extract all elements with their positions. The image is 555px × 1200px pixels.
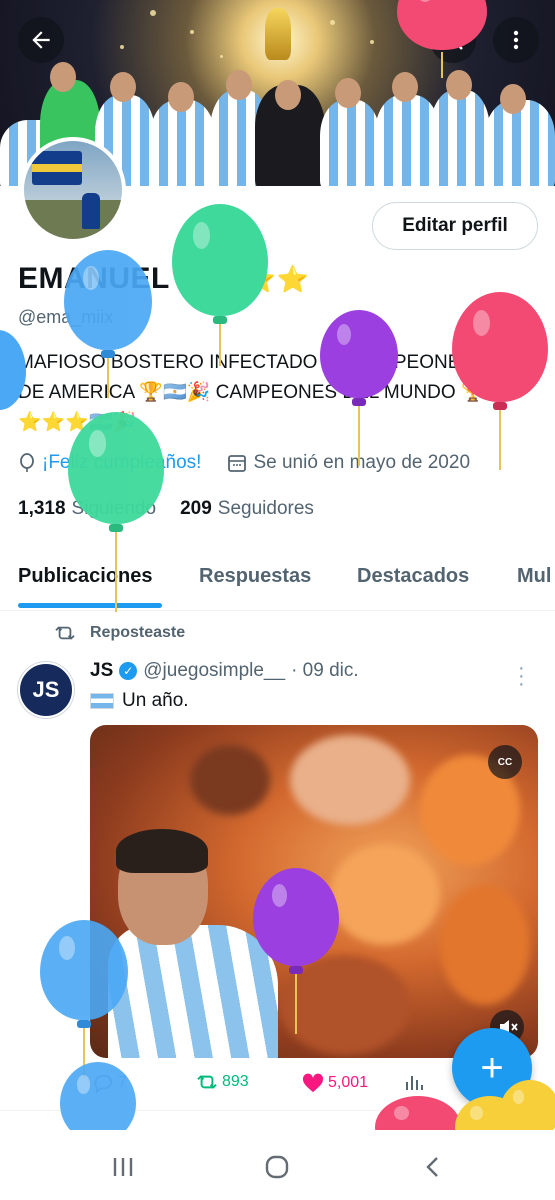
- joined-date: Se unió en mayo de 2020: [253, 452, 471, 473]
- profile-avatar[interactable]: [20, 137, 126, 243]
- balloon-icon: [20, 453, 34, 472]
- like-count: 5,001: [328, 1074, 369, 1091]
- tweet-text: Un año.: [90, 690, 189, 712]
- repost-count: 893: [222, 1073, 249, 1090]
- tab-media[interactable]: Mul: [517, 565, 551, 588]
- tweet-text-content: Un año.: [122, 690, 189, 711]
- back-button[interactable]: [18, 17, 64, 63]
- verified-badge-icon: ✓: [119, 662, 138, 680]
- followers-label: Seguidores: [217, 498, 314, 519]
- tab-posts[interactable]: Publicaciones: [18, 565, 153, 588]
- calendar-icon: [228, 455, 247, 472]
- repost-action[interactable]: 893: [196, 1073, 249, 1091]
- chevron-left-icon: [426, 1157, 438, 1177]
- profile-tabs: Publicaciones Respuestas Destacados Mul: [0, 553, 555, 611]
- followers-count: 209: [180, 498, 212, 519]
- tab-highlights[interactable]: Destacados: [357, 565, 469, 588]
- follow-stats: 1,318Siguiendo 209Seguidores: [18, 498, 314, 520]
- views-chart-icon: [406, 1076, 423, 1090]
- tab-replies[interactable]: Respuestas: [199, 565, 311, 588]
- author-avatar[interactable]: JS: [18, 662, 74, 718]
- home-icon: [265, 1155, 289, 1179]
- arrow-left-icon: [32, 31, 50, 49]
- author-name[interactable]: JS: [90, 660, 113, 682]
- tweet-date: · 09 dic.: [291, 660, 359, 681]
- author-handle[interactable]: @juegosimple__: [143, 660, 285, 682]
- tweet-more-icon[interactable]: · · ·: [518, 658, 525, 694]
- followers-link[interactable]: 209 Seguidores: [180, 498, 314, 520]
- argentina-flag-icon: [90, 693, 114, 709]
- home-button[interactable]: [262, 1152, 292, 1182]
- following-count: 1,318: [18, 498, 66, 519]
- system-navigation-bar: [0, 1130, 555, 1200]
- repost-icon: [55, 626, 75, 640]
- recent-apps-button[interactable]: [108, 1152, 138, 1182]
- repost-indicator: Reposteaste: [54, 624, 185, 642]
- views-action[interactable]: [404, 1073, 424, 1091]
- heart-icon: [302, 1073, 324, 1093]
- more-button[interactable]: [493, 17, 539, 63]
- recent-apps-icon: [113, 1158, 133, 1176]
- more-vertical-icon: [513, 30, 519, 50]
- captions-button[interactable]: CC: [488, 745, 522, 779]
- active-tab-indicator: [18, 603, 162, 608]
- tweet-header: JS ✓ @juegosimple__ · 09 dic.: [90, 660, 359, 682]
- repost-label: Reposteaste: [90, 624, 186, 641]
- repost-icon: [197, 1075, 217, 1089]
- back-system-button[interactable]: [418, 1152, 448, 1182]
- edit-profile-button[interactable]: Editar perfil: [372, 202, 538, 250]
- like-action[interactable]: 5,001: [302, 1073, 368, 1093]
